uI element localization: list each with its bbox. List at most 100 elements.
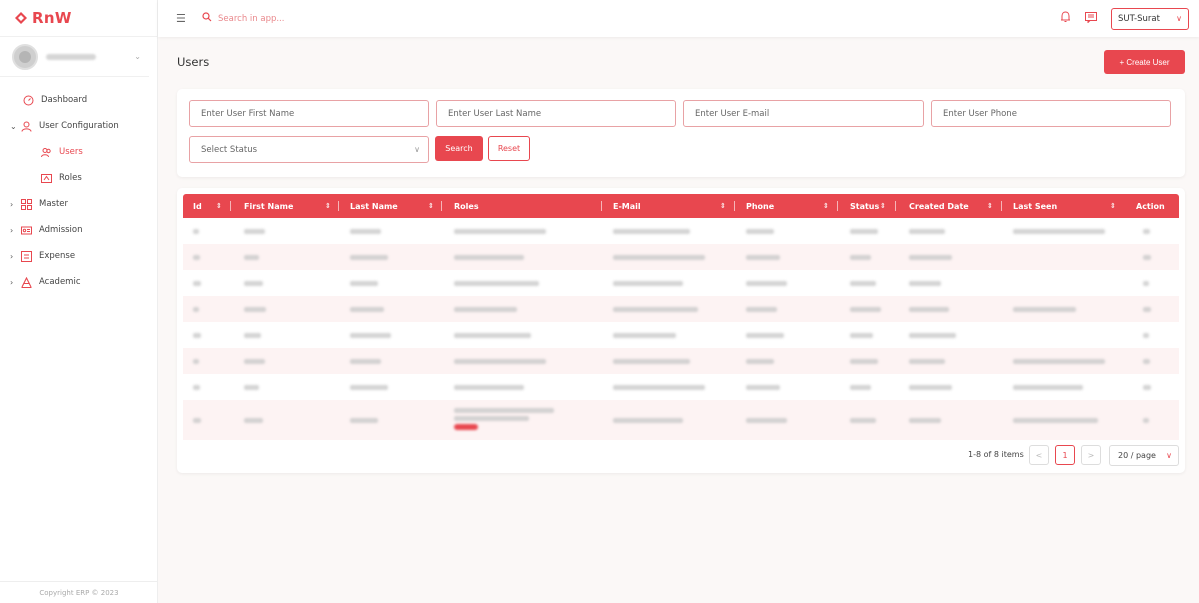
redacted-cell <box>613 333 676 338</box>
users-table: Id ⇕ First Name ⇕ Last Name ⇕ Roles E-Ma… <box>177 188 1185 473</box>
sidebar-item-label: Expense <box>39 251 76 261</box>
sidebar-item-roles[interactable]: Roles <box>0 165 157 191</box>
redacted-cell <box>909 418 941 423</box>
top-header: ☰ SUT-Surat ∨ <box>158 0 1199 37</box>
grid-icon <box>20 198 32 210</box>
redacted-cell <box>850 333 873 338</box>
redacted-cell <box>350 307 384 312</box>
sidebar-item-users[interactable]: Users <box>0 139 157 165</box>
user-profile[interactable]: ⌄ <box>0 37 149 77</box>
next-page-button[interactable]: > <box>1081 445 1101 465</box>
sidebar-item-label: Admission <box>39 225 83 235</box>
redacted-cell <box>850 229 878 234</box>
table-row[interactable] <box>183 322 1179 348</box>
message-icon[interactable] <box>1085 11 1097 26</box>
table-row[interactable] <box>183 218 1179 244</box>
table-row[interactable] <box>183 270 1179 296</box>
redacted-cell <box>850 359 878 364</box>
column-header-id[interactable]: Id <box>193 194 202 218</box>
redacted-cell <box>1143 255 1151 260</box>
redacted-cell <box>244 255 259 260</box>
chevron-down-icon: ∨ <box>1176 14 1182 23</box>
first-name-field[interactable]: Enter User First Name <box>189 100 429 127</box>
redacted-cell <box>350 229 381 234</box>
sidebar-item-label: Roles <box>59 173 82 183</box>
redacted-cell <box>454 408 554 430</box>
pagination: 1-8 of 8 items < 1 > 20 / page ∨ <box>177 445 1185 466</box>
redacted-cell <box>454 229 546 234</box>
redacted-cell <box>746 281 787 286</box>
redacted-cell <box>613 307 698 312</box>
chevron-right-icon: › <box>10 251 14 261</box>
redacted-cell <box>613 255 705 260</box>
academic-icon <box>20 276 32 288</box>
chevron-down-icon: ∨ <box>414 145 420 154</box>
copyright-text: Copyright ERP © 2023 <box>0 581 158 603</box>
redacted-cell <box>850 385 871 390</box>
redacted-cell <box>454 281 539 286</box>
redacted-cell <box>1013 307 1076 312</box>
sidebar-item-academic[interactable]: › Academic <box>0 269 157 295</box>
table-row[interactable] <box>183 348 1179 374</box>
sidebar-item-master[interactable]: › Master <box>0 191 157 217</box>
sidebar-item-label: Master <box>39 199 69 209</box>
redacted-cell <box>350 418 378 423</box>
search-input[interactable] <box>218 13 418 24</box>
redacted-cell <box>454 385 524 390</box>
page-size-select[interactable]: 20 / page ∨ <box>1109 445 1179 466</box>
column-header-action: Action <box>1136 201 1165 211</box>
sidebar-item-label: Users <box>59 147 83 157</box>
page-1-button[interactable]: 1 <box>1055 445 1075 465</box>
redacted-cell <box>350 359 381 364</box>
sidebar-item-user-configuration[interactable]: ⌄ User Configuration <box>0 113 157 139</box>
redacted-cell <box>193 359 199 364</box>
id-card-icon <box>20 224 32 236</box>
column-header-email[interactable]: E-Mail <box>613 194 641 218</box>
redacted-cell <box>454 333 531 338</box>
redacted-cell <box>746 255 780 260</box>
redacted-cell <box>350 281 378 286</box>
sidebar-item-expense[interactable]: › Expense <box>0 243 157 269</box>
table-row[interactable] <box>183 400 1179 440</box>
sidebar-item-admission[interactable]: › Admission <box>0 217 157 243</box>
column-header-last-name[interactable]: Last Name <box>350 194 398 218</box>
redacted-cell <box>1013 385 1083 390</box>
branch-select[interactable]: SUT-Surat ∨ <box>1111 7 1189 30</box>
table-row[interactable] <box>183 296 1179 322</box>
sidebar-item-dashboard[interactable]: Dashboard <box>0 87 157 113</box>
column-header-roles: Roles <box>454 201 479 211</box>
brand-logo[interactable]: RnW <box>0 0 157 37</box>
redacted-cell <box>244 333 261 338</box>
redacted-cell <box>244 359 265 364</box>
email-field[interactable]: Enter User E-mail <box>683 100 924 127</box>
chevron-down-icon: ⌄ <box>134 52 141 61</box>
column-header-phone[interactable]: Phone <box>746 194 774 218</box>
status-select[interactable]: Select Status ∨ <box>189 136 429 163</box>
users-icon <box>40 146 52 158</box>
last-name-field[interactable]: Enter User Last Name <box>436 100 676 127</box>
user-icon <box>20 120 32 132</box>
bell-icon[interactable] <box>1060 11 1071 26</box>
search-button[interactable]: Search <box>435 136 483 161</box>
column-header-status[interactable]: Status <box>850 194 879 218</box>
page-title: Users <box>177 55 210 69</box>
logo-icon <box>15 12 27 24</box>
pagination-info: 1-8 of 8 items <box>968 450 1024 459</box>
redacted-cell <box>454 255 524 260</box>
redacted-cell <box>909 255 952 260</box>
create-user-button[interactable]: + Create User <box>1104 50 1185 74</box>
table-row[interactable] <box>183 244 1179 270</box>
redacted-cell <box>850 255 871 260</box>
menu-toggle-icon[interactable]: ☰ <box>176 12 188 25</box>
phone-field[interactable]: Enter User Phone <box>931 100 1171 127</box>
table-row[interactable] <box>183 374 1179 400</box>
chevron-right-icon: › <box>10 199 14 209</box>
prev-page-button[interactable]: < <box>1029 445 1049 465</box>
redacted-cell <box>613 229 690 234</box>
column-header-last-seen[interactable]: Last Seen <box>1013 194 1057 218</box>
column-header-first-name[interactable]: First Name <box>244 194 293 218</box>
profile-name-redacted <box>46 53 96 60</box>
redacted-cell <box>746 418 787 423</box>
column-header-created-date[interactable]: Created Date <box>909 194 969 218</box>
reset-button[interactable]: Reset <box>488 136 530 161</box>
